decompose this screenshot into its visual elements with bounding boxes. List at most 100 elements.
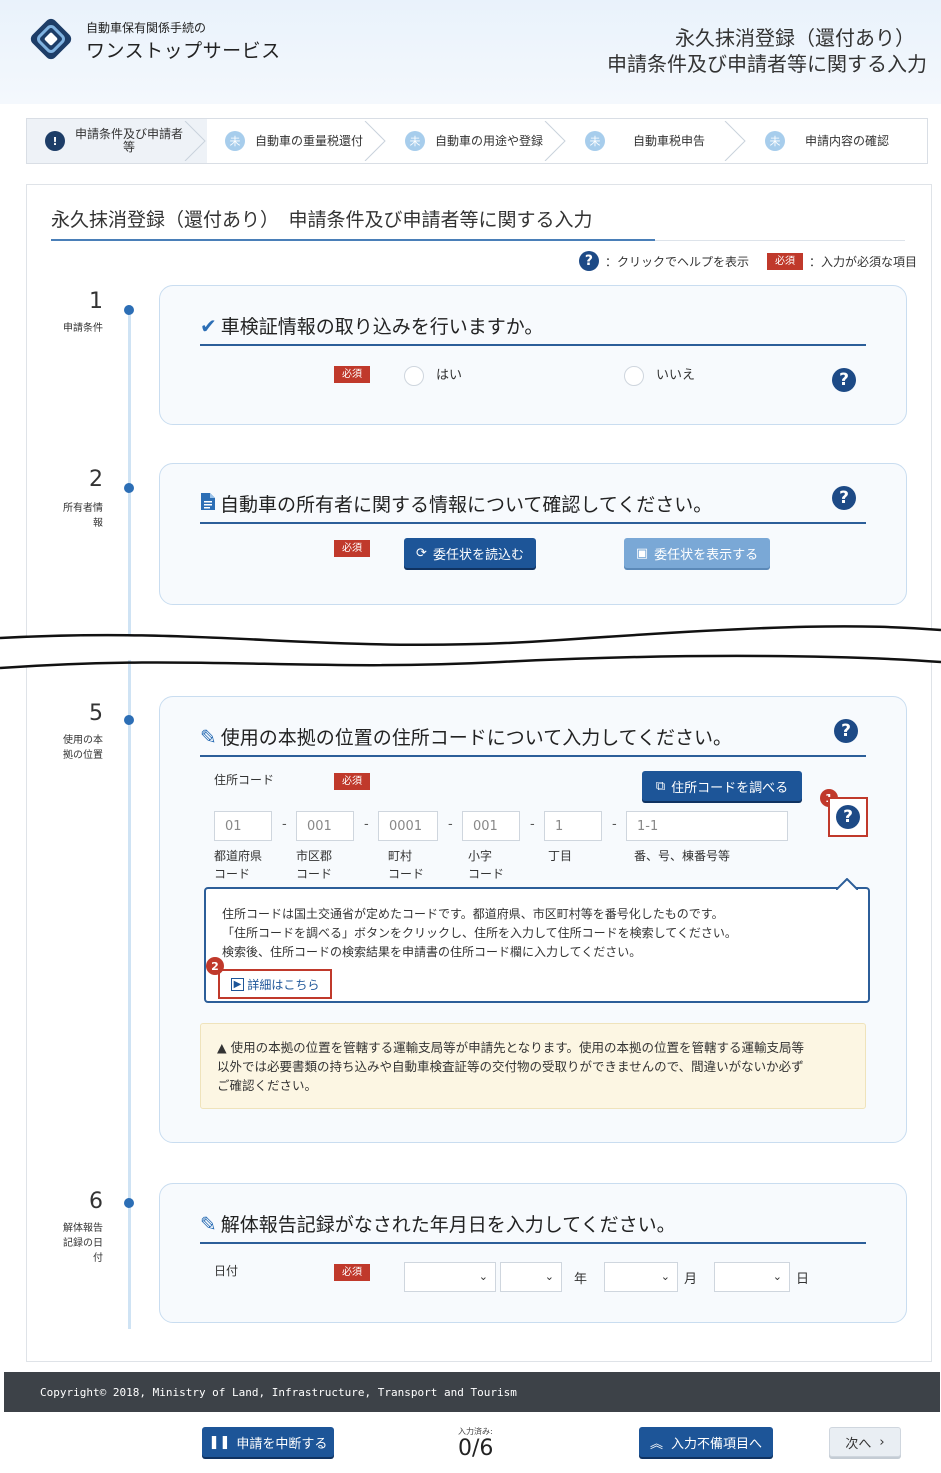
heading-underline: [200, 344, 866, 346]
check-icon: ✔: [200, 313, 217, 338]
copyright-footer: Copyright© 2018, Ministry of Land, Infra…: [4, 1372, 940, 1412]
copyright-text: Copyright© 2018, Ministry of Land, Infra…: [40, 1385, 517, 1399]
month-unit: 月: [684, 1272, 698, 1287]
page-header: 自動車保有関係手続の ワンストップサービス 永久抹消登録（還付あり） 申請条件及…: [0, 0, 941, 104]
section-label: 申請条件: [63, 323, 103, 334]
city-code-input[interactable]: 001: [296, 811, 354, 841]
timeline-dot: [124, 305, 134, 315]
section-heading: ✎ 使用の本拠の位置の住所コードについて入力してください。: [200, 724, 733, 750]
year-unit: 年: [574, 1272, 588, 1287]
section-number: 2: [89, 467, 103, 492]
step-label: 自動車の重量税還付: [255, 133, 364, 148]
city-code-label: 市区郡 コード: [296, 849, 333, 881]
banchi-label: 番、号、棟番号等: [634, 849, 731, 863]
radio-no[interactable]: いいえ: [624, 364, 695, 386]
warning-icon: ▲: [217, 1040, 227, 1055]
required-badge: 必須: [334, 773, 370, 790]
separator-dash: -: [364, 817, 369, 832]
required-badge: 必須: [334, 1264, 370, 1281]
pending-icon: 未: [225, 131, 245, 151]
title-underline: [51, 239, 655, 241]
edit-icon: ✎: [200, 1211, 217, 1236]
section-heading: ✎ 解体報告記録がなされた年月日を入力してください。: [200, 1211, 676, 1237]
heading-underline: [200, 755, 866, 757]
brand-title: ワンストップサービス: [86, 40, 281, 62]
image-icon: ▣: [635, 545, 649, 561]
help-icon[interactable]: ?: [836, 805, 860, 829]
town-code-label: 町村 コード: [388, 849, 425, 881]
play-icon: ▶: [230, 977, 245, 991]
header-title-line2: 申請条件及び申請者等に関する入力: [607, 52, 927, 76]
details-link[interactable]: ▶ 詳細はこちら: [218, 969, 332, 999]
step-label: 申請条件及び申請者等: [75, 127, 184, 154]
edit-icon: ✎: [200, 724, 217, 749]
header-title-line1: 永久抹消登録（還付あり）: [675, 26, 915, 50]
step-label: 自動車の用途や登録: [435, 133, 544, 148]
service-logo-icon: [30, 18, 72, 60]
heading-underline: [200, 1242, 866, 1244]
page-title: 永久抹消登録（還付あり） 申請条件及び申請者等に関する入力: [51, 209, 593, 231]
town-code-input[interactable]: 0001: [378, 811, 438, 841]
help-icon[interactable]: ?: [832, 486, 856, 510]
help-icon[interactable]: ?: [832, 368, 856, 392]
aza-code-label: 小字 コード: [468, 849, 505, 881]
brand-subtitle: 自動車保有関係手続の: [86, 21, 207, 35]
next-button[interactable]: 次へ ›: [829, 1427, 901, 1457]
legend: ? ：クリックでヘルプを表示 必須 ：入力が必須な項目: [578, 251, 917, 271]
address-code-inputs: 01 - 001 - 0001 - 001 - 1 - 1-1 都道府県 コード …: [214, 811, 814, 891]
lookup-address-code-button[interactable]: ⧉ 住所コードを調べる: [642, 771, 802, 801]
section-label: 解体報告 記録の日付: [63, 1223, 103, 1264]
omission-wave-divider: [0, 625, 941, 670]
show-proxy-button[interactable]: ▣ 委任状を表示する: [624, 538, 770, 568]
section-heading: ✔ 車検証情報の取り込みを行いますか。: [200, 313, 544, 339]
step-applicant: ! 申請条件及び申請者等: [27, 119, 207, 163]
chevron-down-icon: ⌄: [772, 1270, 782, 1283]
separator-dash: -: [612, 817, 617, 832]
required-badge: 必須: [334, 540, 370, 557]
pending-icon: 未: [405, 131, 425, 151]
load-proxy-button[interactable]: ⟳ 委任状を読込む: [404, 538, 536, 568]
year-select[interactable]: ⌄: [500, 1262, 562, 1292]
step-vehicle-tax: 未 自動車税申告: [567, 119, 747, 163]
help-text: 住所コードは国土交通省が定めたコードです。都道府県、市区町村等を番号化したもので…: [222, 907, 737, 959]
banchi-input[interactable]: 1-1: [626, 811, 788, 841]
refresh-icon: ⟳: [416, 545, 427, 561]
section-number: 5: [89, 701, 103, 726]
chevron-down-icon: ⌄: [544, 1270, 554, 1283]
step-label: 申請内容の確認: [805, 133, 890, 148]
aza-code-input[interactable]: 001: [462, 811, 520, 841]
radio-circle[interactable]: [404, 365, 424, 386]
suspend-application-button[interactable]: ❚❚ 申請を中断する: [202, 1427, 334, 1457]
era-select[interactable]: ⌄: [404, 1262, 496, 1292]
day-select[interactable]: ⌄: [714, 1262, 790, 1292]
step-confirm: 未 申請内容の確認: [747, 119, 927, 163]
timeline-dot: [124, 715, 134, 725]
separator-dash: -: [530, 817, 535, 832]
title-underline-light: [655, 240, 905, 241]
address-code-label: 住所コード: [214, 773, 275, 787]
month-select[interactable]: ⌄: [604, 1262, 678, 1292]
section-number: 1: [89, 289, 103, 314]
main-panel: 永久抹消登録（還付あり） 申請条件及び申請者等に関する入力 ? ：クリックでヘル…: [26, 184, 932, 1362]
prefecture-code-input[interactable]: 01: [214, 811, 272, 841]
chevron-down-icon: ⌄: [478, 1270, 488, 1283]
section-card-6: ✎ 解体報告記録がなされた年月日を入力してください。 日付 必須 ⌄ ⌄ 年 ⌄…: [159, 1183, 907, 1323]
timeline-dot: [124, 483, 134, 493]
address-help-button[interactable]: ?: [828, 797, 868, 837]
required-badge: 必須: [334, 366, 370, 383]
section-label: 使用の本 拠の位置: [63, 735, 103, 761]
address-help-popover: 住所コードは国土交通省が定めたコードです。都道府県、市区町村等を番号化したもので…: [204, 878, 870, 1003]
alert-icon: !: [45, 131, 65, 151]
help-icon[interactable]: ?: [834, 719, 858, 743]
go-to-incomplete-button[interactable]: ︽ 入力不備項目へ: [639, 1427, 773, 1457]
chome-input[interactable]: 1: [544, 811, 602, 841]
date-selectors: ⌄ ⌄ 年 ⌄ 月 ⌄ 日: [404, 1262, 824, 1292]
radio-yes[interactable]: はい: [404, 364, 462, 386]
required-badge: 必須: [766, 252, 803, 270]
help-icon: ?: [578, 251, 599, 271]
radio-circle[interactable]: [624, 365, 644, 386]
pending-icon: 未: [765, 131, 785, 151]
step-vehicle-usage: 未 自動車の用途や登録: [387, 119, 567, 163]
date-label: 日付: [214, 1264, 239, 1278]
separator-dash: -: [282, 817, 287, 832]
